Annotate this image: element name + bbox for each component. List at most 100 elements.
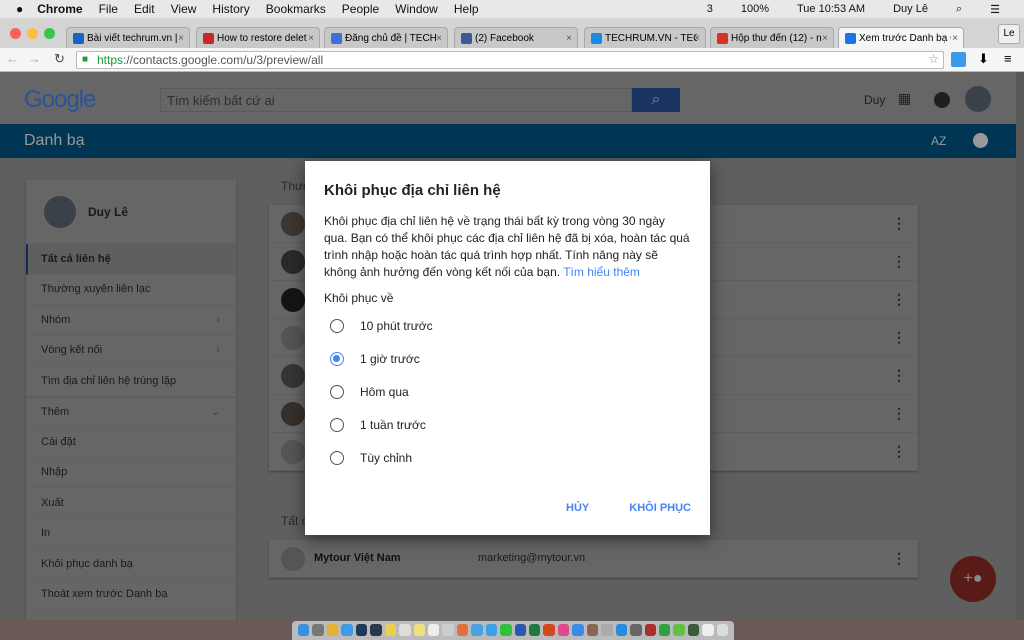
menu-app[interactable]: Chrome bbox=[37, 2, 82, 16]
clock[interactable]: Tue 10:53 AM bbox=[797, 3, 865, 16]
browser-tab[interactable]: TECHRUM.VN - TEC × bbox=[584, 27, 706, 48]
notification-center-icon[interactable]: ☰ bbox=[990, 3, 1000, 16]
dock-app-icon[interactable] bbox=[702, 624, 714, 636]
browser-tab[interactable]: (2) Facebook × bbox=[454, 27, 578, 48]
dock-app-icon[interactable] bbox=[557, 624, 570, 636]
browser-tab[interactable]: Hộp thư đến (12) - n × bbox=[710, 27, 834, 48]
menu-window[interactable]: Window bbox=[395, 2, 438, 16]
sidebar-item[interactable]: Cài đặt bbox=[26, 427, 236, 458]
menu-help[interactable]: Help bbox=[454, 2, 479, 16]
account-name[interactable]: Duy bbox=[864, 93, 885, 107]
contact-row[interactable]: Mytour Việt Nam marketing@mytour.vn ⋮ bbox=[269, 540, 918, 578]
restore-option[interactable]: 1 tuần trước bbox=[324, 408, 691, 441]
notifications-bell-icon[interactable] bbox=[934, 92, 950, 108]
close-tab-icon[interactable]: × bbox=[566, 33, 572, 44]
spotlight-icon[interactable]: ⌕ bbox=[956, 3, 962, 16]
cancel-button[interactable]: HỦY bbox=[566, 502, 589, 514]
dock-app-icon[interactable] bbox=[471, 624, 483, 636]
more-icon[interactable]: ⋮ bbox=[892, 291, 906, 308]
dock-app-icon[interactable] bbox=[384, 624, 397, 636]
radio-button[interactable] bbox=[330, 318, 344, 333]
restore-option[interactable]: 10 phút trước bbox=[324, 309, 691, 342]
sidebar-item[interactable]: Nhóm › bbox=[26, 305, 236, 336]
camera-extension-icon[interactable] bbox=[951, 52, 966, 67]
sort-az-icon[interactable]: AZ bbox=[931, 134, 946, 148]
adobe-status[interactable]: 3 bbox=[707, 3, 713, 16]
more-icon[interactable]: ⋮ bbox=[892, 329, 906, 346]
dock-app-icon[interactable] bbox=[427, 624, 440, 636]
menu-people[interactable]: People bbox=[342, 2, 379, 16]
restore-option[interactable]: Hôm qua bbox=[324, 375, 691, 408]
dock-app-icon[interactable] bbox=[355, 624, 368, 636]
download-icon[interactable]: ⬇ bbox=[978, 51, 989, 67]
dock-app-icon[interactable] bbox=[615, 624, 628, 636]
dock-app-icon[interactable] bbox=[658, 624, 671, 636]
dock-app-icon[interactable] bbox=[586, 624, 599, 636]
menu-view[interactable]: View bbox=[171, 2, 197, 16]
close-tab-icon[interactable]: × bbox=[308, 33, 314, 44]
sidebar-item[interactable]: Nhập bbox=[26, 458, 236, 488]
dock-app-icon[interactable] bbox=[485, 624, 498, 636]
search-button[interactable]: ⌕ bbox=[632, 88, 680, 112]
dock-app-icon[interactable] bbox=[687, 624, 700, 636]
close-tab-icon[interactable]: × bbox=[694, 33, 700, 44]
dock-app-icon[interactable] bbox=[341, 624, 353, 636]
more-icon[interactable]: ⋮ bbox=[892, 443, 906, 460]
menu-edit[interactable]: Edit bbox=[134, 2, 155, 16]
menu-history[interactable]: History bbox=[212, 2, 249, 16]
search-input[interactable]: Tìm kiếm bất cứ ai bbox=[160, 88, 632, 112]
restore-option[interactable]: 1 giờ trước bbox=[324, 342, 691, 375]
apple-icon[interactable]: ● bbox=[16, 2, 23, 16]
dock-app-icon[interactable] bbox=[601, 624, 613, 636]
reload-icon[interactable]: ↻ bbox=[54, 51, 65, 67]
user-menu[interactable]: Duy Lê bbox=[893, 3, 928, 16]
more-icon[interactable]: ⋮ bbox=[892, 550, 906, 567]
dock-app-icon[interactable] bbox=[442, 624, 454, 636]
dock-app-icon[interactable] bbox=[326, 624, 339, 636]
browser-tab[interactable]: Đăng chủ đề | TECH × bbox=[324, 27, 448, 48]
close-tab-icon[interactable]: × bbox=[178, 33, 184, 44]
sidebar-item[interactable]: Tìm địa chỉ liên hệ trùng lặp bbox=[26, 366, 236, 397]
close-tab-icon[interactable]: × bbox=[952, 33, 958, 44]
browser-tab[interactable]: How to restore delet × bbox=[196, 27, 320, 48]
sidebar-item[interactable]: Xuất bbox=[26, 488, 236, 519]
radio-button[interactable] bbox=[330, 450, 344, 465]
dock-app-icon[interactable] bbox=[312, 624, 324, 636]
battery-status[interactable]: 100% bbox=[741, 3, 769, 16]
profile-button[interactable]: Le bbox=[998, 24, 1020, 44]
sidebar-item[interactable]: Vòng kết nối › bbox=[26, 336, 236, 366]
dock-app-icon[interactable] bbox=[644, 624, 656, 636]
close-window-button[interactable] bbox=[10, 28, 21, 39]
zoom-window-button[interactable] bbox=[44, 28, 55, 39]
google-logo[interactable]: Google bbox=[24, 86, 96, 114]
menu-file[interactable]: File bbox=[99, 2, 118, 16]
dock-app-icon[interactable] bbox=[456, 624, 469, 636]
sidebar-item[interactable]: Thoát xem trước Danh bạ bbox=[26, 580, 236, 610]
sidebar-item[interactable]: Tất cả liên hệ bbox=[26, 244, 236, 275]
dock-app-icon[interactable] bbox=[500, 624, 512, 636]
browser-tab[interactable]: Bài viết techrum.vn | × bbox=[66, 27, 190, 48]
sidebar-item[interactable]: Khôi phục danh bạ bbox=[26, 549, 236, 580]
more-icon[interactable]: ⋮ bbox=[892, 215, 906, 232]
sidebar-item[interactable]: In bbox=[26, 519, 236, 549]
dock-app-icon[interactable] bbox=[673, 624, 685, 636]
forward-icon[interactable]: → bbox=[28, 51, 41, 66]
dock-app-icon[interactable] bbox=[572, 624, 584, 636]
dock-app-icon[interactable] bbox=[413, 624, 425, 636]
hangouts-icon[interactable] bbox=[973, 133, 988, 148]
sidebar-item[interactable]: Thêm ⌄ bbox=[26, 396, 236, 427]
more-icon[interactable]: ⋮ bbox=[892, 367, 906, 384]
minimize-window-button[interactable] bbox=[27, 28, 38, 39]
bookmark-star-icon[interactable]: ☆ bbox=[928, 52, 939, 66]
radio-button[interactable] bbox=[330, 417, 344, 432]
menu-bookmarks[interactable]: Bookmarks bbox=[266, 2, 326, 16]
sidebar-item[interactable]: Thường xuyên liên lạc bbox=[26, 275, 236, 305]
close-tab-icon[interactable]: × bbox=[822, 33, 828, 44]
restore-option[interactable]: Tùy chỉnh bbox=[324, 441, 691, 474]
radio-button[interactable] bbox=[330, 384, 344, 399]
learn-more-link[interactable]: Tìm hiểu thêm bbox=[563, 265, 640, 279]
dock-app-icon[interactable] bbox=[529, 624, 541, 636]
dock-app-icon[interactable] bbox=[543, 624, 555, 636]
browser-tab[interactable]: Xem trước Danh bạ G × bbox=[838, 27, 964, 48]
dock-app-icon[interactable] bbox=[514, 624, 526, 636]
